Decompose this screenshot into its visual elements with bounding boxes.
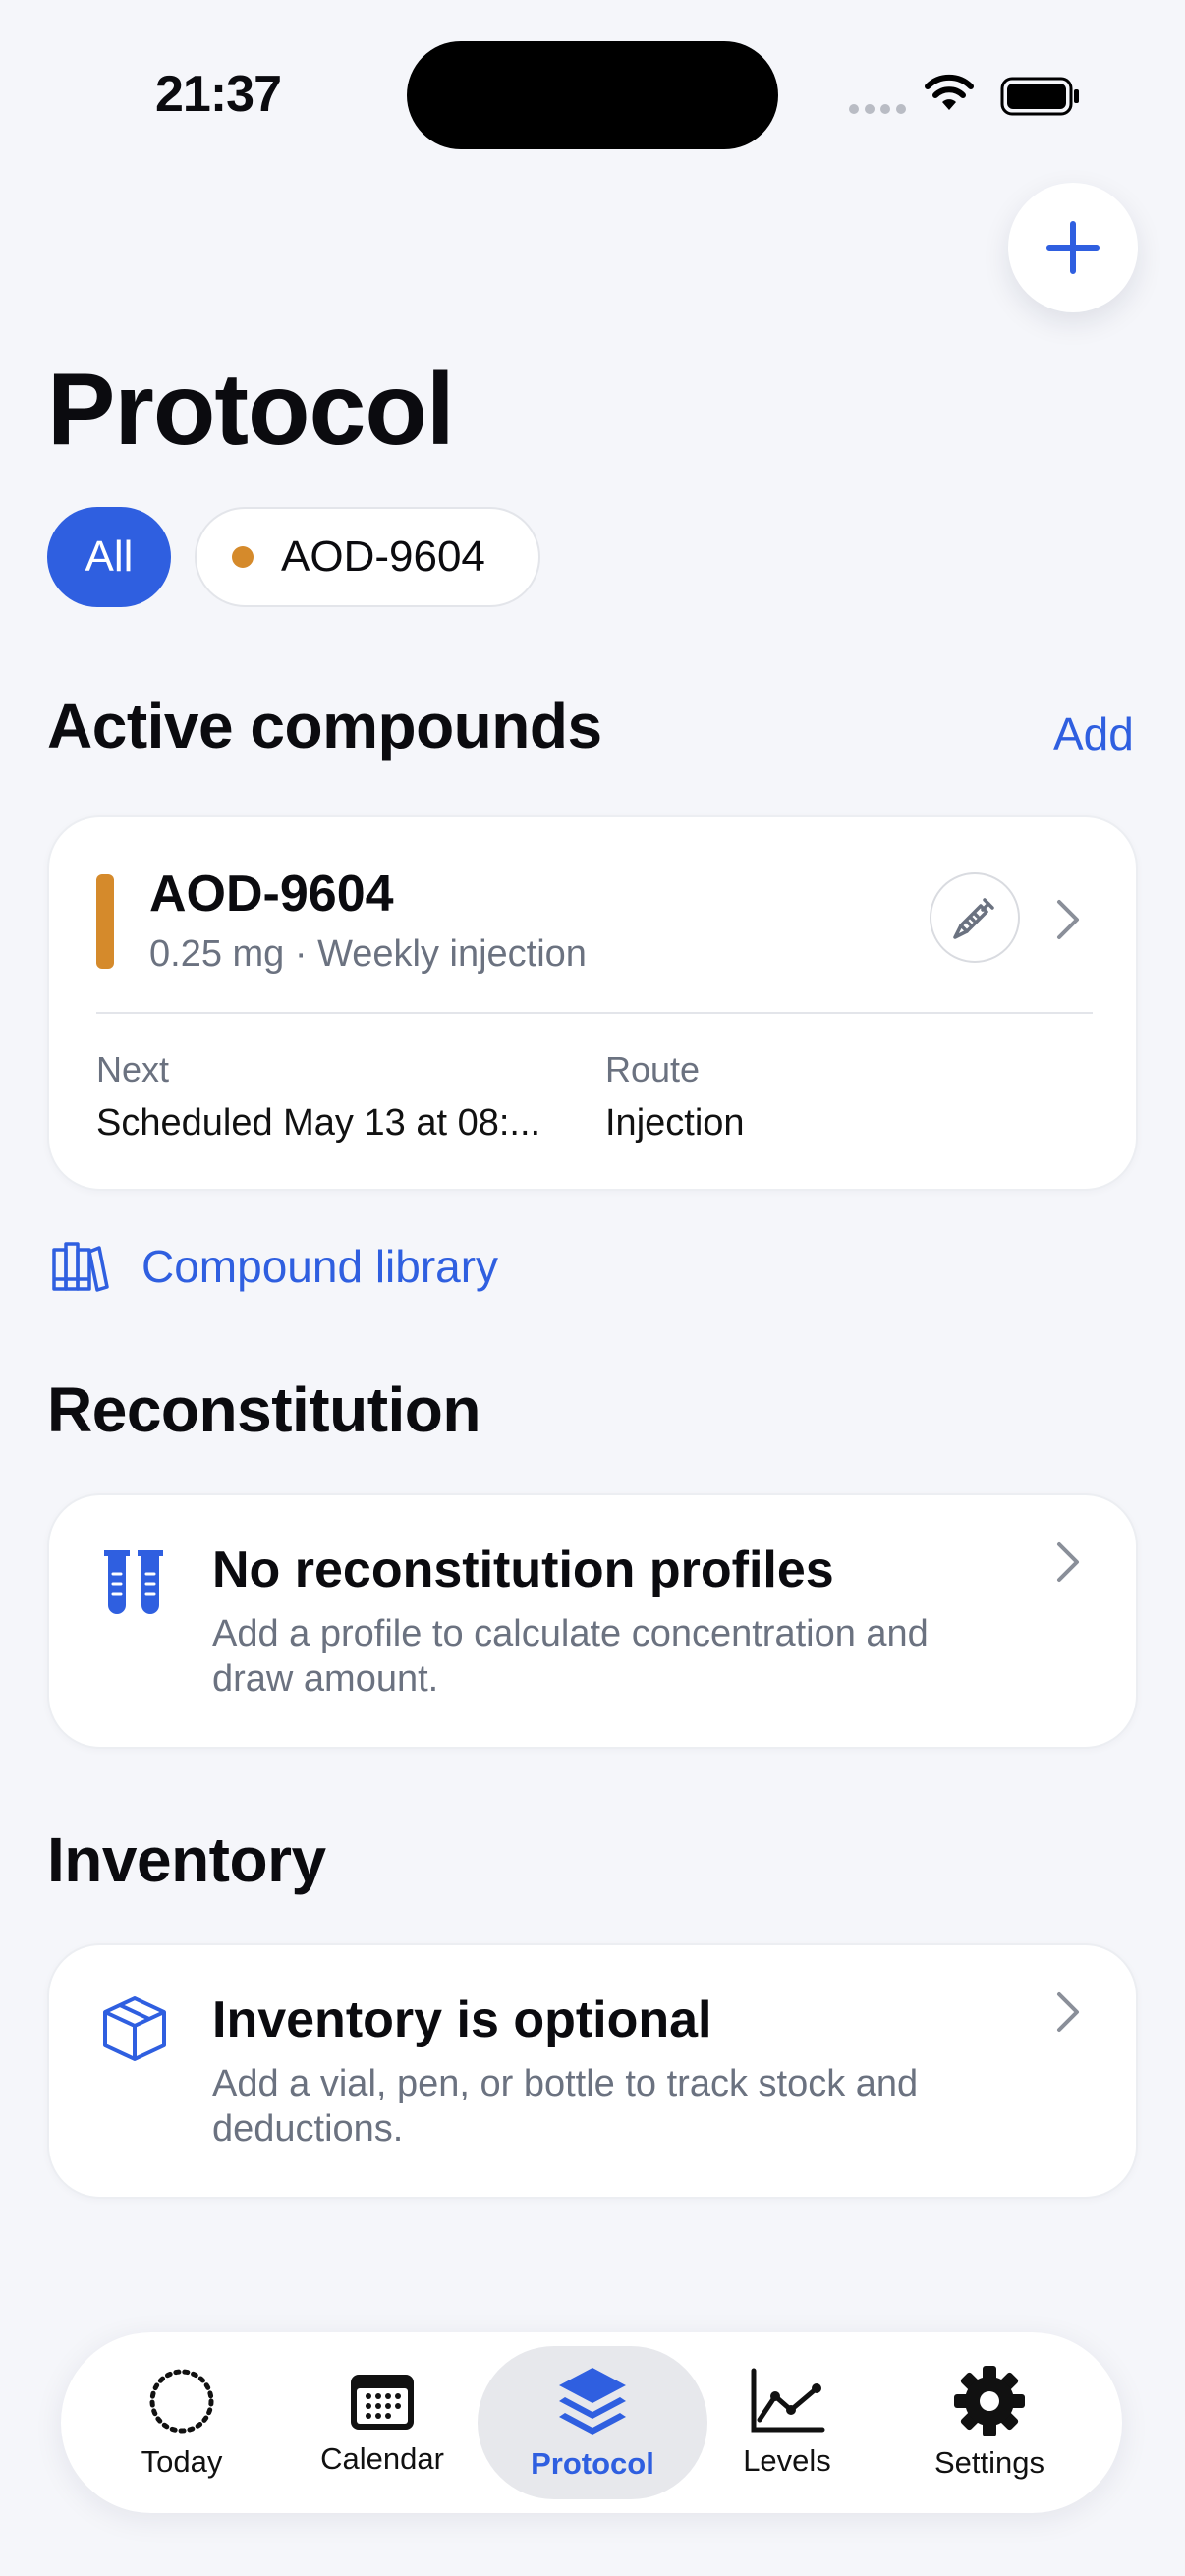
- compound-name: AOD-9604: [149, 866, 394, 923]
- wifi-icon: [924, 73, 975, 117]
- chevron-right-icon: [1057, 1992, 1079, 2032]
- compound-library-link[interactable]: Compound library: [51, 1240, 498, 1293]
- route-value: Injection: [605, 1102, 745, 1144]
- tab-label: Levels: [743, 2443, 831, 2478]
- tab-levels[interactable]: Levels: [686, 2332, 888, 2513]
- dynamic-island: [407, 41, 778, 149]
- compound-color-dot: [232, 546, 254, 568]
- tab-calendar[interactable]: Calendar: [281, 2332, 483, 2513]
- reconstitution-empty-desc: Add a profile to calculate concentration…: [212, 1613, 929, 1700]
- compound-summary: 0.25 mg · Weekly injection: [149, 933, 587, 975]
- next-value: Scheduled May 13 at 08:...: [96, 1102, 541, 1144]
- tab-today[interactable]: Today: [81, 2332, 283, 2513]
- tab-label: Settings: [933, 2445, 1044, 2480]
- next-label: Next: [96, 1049, 170, 1090]
- add-compound-link[interactable]: Add: [1053, 707, 1134, 760]
- chevron-right-icon: [1057, 900, 1079, 939]
- filter-chip-label: AOD-9604: [281, 532, 485, 581]
- tab-bar: Today Calendar Protocol Levels Settings: [61, 2332, 1122, 2513]
- reconstitution-empty-title: No reconstitution profiles: [212, 1541, 834, 1598]
- route-label: Route: [605, 1049, 701, 1090]
- filter-chip-all[interactable]: All: [47, 507, 171, 607]
- page-title: Protocol: [47, 353, 455, 467]
- active-compounds-heading: Active compounds: [47, 691, 602, 761]
- cellular-signal-icon: [849, 104, 906, 114]
- divider: [96, 1012, 1093, 1014]
- tab-label: Today: [141, 2444, 223, 2479]
- reconstitution-empty-card[interactable]: No reconstitution profiles Add a profile…: [47, 1493, 1138, 1749]
- tab-label: Calendar: [320, 2441, 444, 2476]
- compound-color-bar: [96, 874, 114, 969]
- inventory-empty-card[interactable]: Inventory is optional Add a vial, pen, o…: [47, 1943, 1138, 2199]
- gear-icon: [954, 2366, 1025, 2436]
- dotted-circle-icon: [149, 2369, 214, 2434]
- inventory-heading: Inventory: [47, 1824, 326, 1895]
- inventory-empty-desc: Add a vial, pen, or bottle to track stoc…: [212, 2063, 919, 2150]
- chevron-right-icon: [1057, 1542, 1079, 1582]
- compound-card[interactable]: AOD-9604 0.25 mg · Weekly injection Next…: [47, 815, 1138, 1191]
- plus-icon: [1046, 221, 1100, 274]
- compound-library-label: Compound library: [141, 1241, 499, 1292]
- reconstitution-heading: Reconstitution: [47, 1374, 480, 1445]
- filter-chip-aod-9604[interactable]: AOD-9604: [195, 507, 540, 607]
- tab-settings[interactable]: Settings: [888, 2332, 1091, 2513]
- tab-protocol[interactable]: Protocol: [491, 2332, 694, 2513]
- battery-icon: [1000, 77, 1081, 121]
- line-chart-icon: [751, 2368, 825, 2433]
- tab-label: Protocol: [531, 2446, 654, 2481]
- inventory-empty-title: Inventory is optional: [212, 1991, 712, 2048]
- calendar-icon: [351, 2375, 414, 2430]
- books-icon: [52, 1242, 109, 1292]
- add-fab-button[interactable]: [1008, 183, 1138, 312]
- syringe-icon: [953, 898, 994, 939]
- layers-icon: [559, 2368, 626, 2435]
- box-icon: [103, 1996, 166, 2061]
- log-dose-button[interactable]: [930, 872, 1020, 963]
- test-tubes-icon: [104, 1550, 163, 1614]
- status-time: 21:37: [155, 66, 282, 123]
